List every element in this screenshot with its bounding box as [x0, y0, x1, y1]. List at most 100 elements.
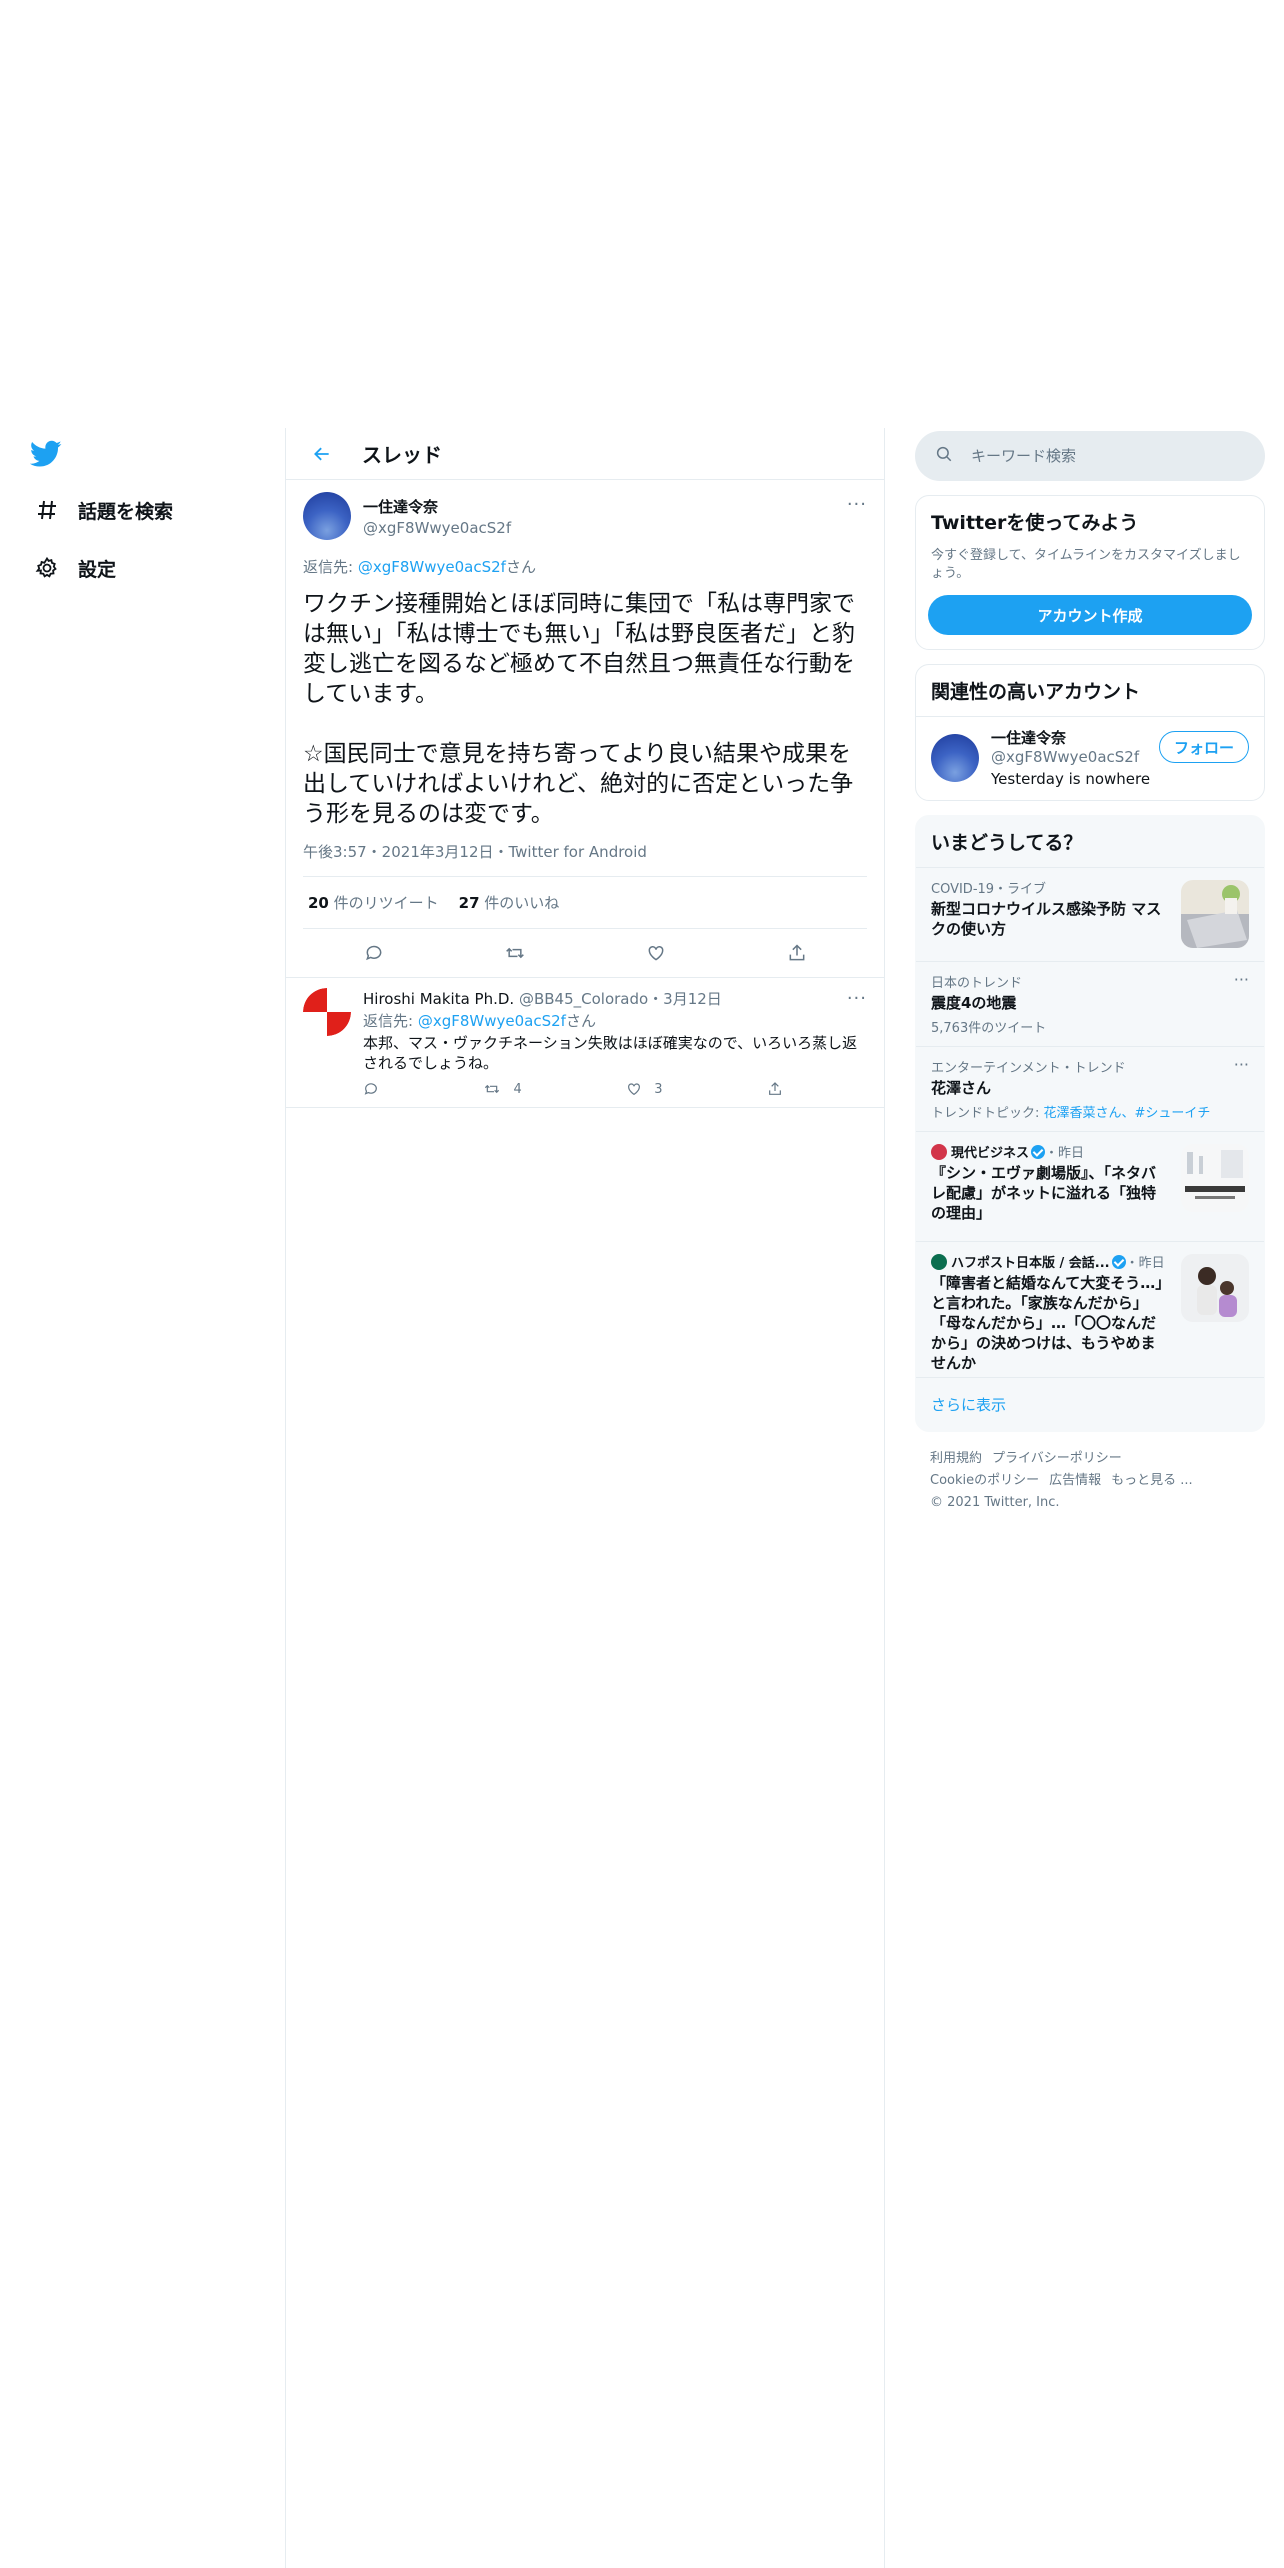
related-handle: @xgF8Wwye0acS2f [991, 748, 1140, 766]
tweet-actions [303, 929, 867, 977]
avatar[interactable] [303, 492, 351, 540]
nav-settings-label: 設定 [78, 558, 117, 581]
trend-item[interactable]: COVID-19・ライブ 新型コロナウイルス感染予防 マスクの使い方 [916, 867, 1264, 961]
trend-thumbnail [1181, 1144, 1249, 1212]
hashtag-icon [30, 493, 64, 527]
trends-card: いまどうしてる？ COVID-19・ライブ 新型コロナウイルス感染予防 マスクの… [915, 815, 1265, 1432]
trend-item[interactable]: エンターテインメント・トレンド 花澤さん トレンドトピック: 花澤香菜さん、#シ… [916, 1046, 1264, 1131]
related-account-row[interactable]: 一住達令奈 @xgF8Wwye0acS2f Yesterday is nowhe… [916, 716, 1264, 800]
thread-header: スレッド [286, 428, 884, 480]
trend-title: 花澤さん [931, 1079, 992, 1097]
trend-title: 「障害者と結婚なんて大変そう…」と言われた。「家族なんだから」「母なんだから」…… [931, 1274, 1163, 1372]
reply-reply-button[interactable] [363, 1081, 379, 1097]
trend-item[interactable]: 現代ビジネス ・昨日 『シン・エヴァ劇場版』、「ネタバレ配慮」がネットに溢れる「独… [916, 1131, 1264, 1241]
search-icon [935, 445, 953, 467]
twitter-logo-icon[interactable] [29, 440, 64, 470]
show-more-link[interactable]: さらに表示 [916, 1377, 1264, 1431]
reply-to-suffix: さん [565, 1012, 596, 1030]
retweet-count-link[interactable]: 20 件のリツイート [308, 892, 439, 913]
tweet-timestamp[interactable]: 午後3:57・2021年3月12日・Twitter for Android [303, 841, 867, 877]
reply-to-suffix: さん [505, 558, 536, 576]
reply-to-prefix: 返信先: [303, 558, 358, 576]
trend-topics: トレンドトピック: 花澤香菜さん、#シューイチ [931, 1102, 1249, 1121]
reply-author-name[interactable]: Hiroshi Makita Ph.D. [363, 990, 514, 1008]
reply-to-line: 返信先: @xgF8Wwye0acS2fさん [303, 556, 867, 577]
author-handle[interactable]: @xgF8Wwye0acS2f [363, 519, 511, 537]
reply-text: 本邦、マス・ヴァクチネーション失敗はほぼ確実なので、いろいろ蒸し返されるでしょう… [363, 1034, 858, 1072]
verified-badge-icon [1031, 1145, 1046, 1159]
reply-share-button[interactable] [767, 1081, 783, 1097]
reply-more-options-icon[interactable]: ··· [847, 988, 867, 1009]
trend-thumbnail [1181, 880, 1249, 948]
trend-tweet-count: 5,763件のツイート [931, 1021, 1047, 1036]
reply-like-button[interactable]: 3 [626, 1081, 663, 1097]
reply-header: Hiroshi Makita Ph.D. @BB45_Colorado・3月12… [363, 988, 867, 1009]
trend-title: 『シン・エヴァ劇場版』、「ネタバレ配慮」がネットに溢れる「独特の理由」 [931, 1164, 1157, 1222]
signup-card: Twitterを使ってみよう 今すぐ登録して、タイムラインをカスタマイズしましょ… [915, 495, 1265, 650]
retweet-count: 20 [308, 894, 329, 912]
tweet-text: ワクチン接種開始とほぼ同時に集団で「私は専門家では無い」「私は博士でも無い」「私… [303, 591, 855, 827]
search-bar[interactable] [915, 431, 1265, 481]
trend-source: ハフポスト日本版 / 会話... [951, 1256, 1110, 1271]
author-name[interactable]: 一住達令奈 [363, 496, 511, 517]
share-icon [769, 1082, 781, 1095]
gear-icon [30, 551, 64, 585]
like-icon[interactable] [636, 933, 676, 973]
follow-button[interactable]: フォロー [1158, 731, 1249, 763]
more-options-icon[interactable]: ··· [1234, 1055, 1249, 1074]
reply-like-count: 3 [654, 1081, 663, 1097]
trends-title: いまどうしてる？ [931, 832, 1083, 854]
more-options-icon[interactable]: ··· [847, 494, 867, 515]
trend-context: 日本のトレンド [931, 976, 1023, 991]
footer-link-privacy[interactable]: プライバシーポリシー [992, 1451, 1122, 1466]
nav-explore[interactable]: 話題を検索 [30, 490, 173, 530]
trend-topics-prefix: トレンドトピック: [931, 1106, 1044, 1121]
trend-title: 新型コロナウイルス感染予防 マスクの使い方 [931, 900, 1162, 938]
signup-title: Twitterを使ってみよう [931, 512, 1139, 534]
trend-topic-links[interactable]: 花澤香菜さん、#シューイチ [1044, 1106, 1211, 1121]
search-input[interactable] [971, 447, 1231, 465]
trend-thumbnail [1181, 1254, 1249, 1322]
like-icon [628, 1083, 641, 1096]
trend-time: ・昨日 [1125, 1256, 1165, 1271]
trend-item[interactable]: 日本のトレンド 震度4の地震 5,763件のツイート ··· [916, 961, 1264, 1046]
like-count: 27 [458, 894, 480, 912]
reply-icon[interactable] [354, 933, 394, 973]
share-icon[interactable] [777, 933, 817, 973]
right-sidebar: Twitterを使ってみよう 今すぐ登録して、タイムラインをカスタマイズしましょ… [915, 428, 1265, 1530]
footer: 利用規約 プライバシーポリシー Cookieのポリシー 広告情報 もっと見る ... … [915, 1432, 1265, 1530]
reply-handle-date[interactable]: @BB45_Colorado・3月12日 [514, 990, 722, 1008]
back-arrow-icon[interactable] [304, 436, 340, 472]
avatar[interactable] [931, 733, 979, 782]
reply-to-line: 返信先: @xgF8Wwye0acS2fさん [363, 1011, 867, 1031]
footer-link-more[interactable]: もっと見る ... [1111, 1473, 1193, 1488]
trend-context: COVID-19・ライブ [931, 882, 1047, 897]
trend-context: エンターテインメント・トレンド [931, 1061, 1126, 1076]
related-bio: Yesterday is nowhere [991, 770, 1151, 788]
footer-link-cookies[interactable]: Cookieのポリシー [930, 1473, 1039, 1488]
reply-to-handle-link[interactable]: @xgF8Wwye0acS2f [358, 558, 506, 576]
reply-avatar[interactable] [303, 988, 351, 1036]
reply-tweet[interactable]: Hiroshi Makita Ph.D. @BB45_Colorado・3月12… [286, 977, 884, 1108]
reply-icon [364, 1083, 377, 1095]
page-title: スレッド [362, 443, 442, 467]
related-name[interactable]: 一住達令奈 [991, 727, 1150, 748]
retweet-count-label: 件のリツイート [328, 894, 439, 912]
nav-settings[interactable]: 設定 [30, 548, 116, 588]
trend-source-line: 現代ビジネス ・昨日 [931, 1142, 1166, 1161]
footer-link-terms[interactable]: 利用規約 [930, 1451, 982, 1466]
retweet-icon[interactable] [495, 933, 535, 973]
verified-badge-icon [1111, 1255, 1126, 1269]
like-count-label: 件のいいね [479, 894, 560, 912]
create-account-button[interactable]: アカウント作成 [928, 595, 1252, 635]
reply-to-handle-link[interactable]: @xgF8Wwye0acS2f [418, 1012, 566, 1030]
more-options-icon[interactable]: ··· [1234, 970, 1249, 989]
news-source-icon [931, 1144, 947, 1160]
trend-item[interactable]: ハフポスト日本版 / 会話... ・昨日 「障害者と結婚なんて大変そう…」と言われ… [916, 1241, 1264, 1377]
reply-retweet-button[interactable]: 4 [483, 1081, 522, 1097]
footer-link-ads[interactable]: 広告情報 [1049, 1473, 1101, 1488]
related-accounts-card: 関連性の高いアカウント 一住達令奈 @xgF8Wwye0acS2f Yester… [915, 664, 1265, 801]
footer-copyright: © 2021 Twitter, Inc. [930, 1495, 1060, 1510]
trend-source: 現代ビジネス [951, 1146, 1030, 1161]
like-count-link[interactable]: 27 件のいいね [459, 892, 560, 913]
